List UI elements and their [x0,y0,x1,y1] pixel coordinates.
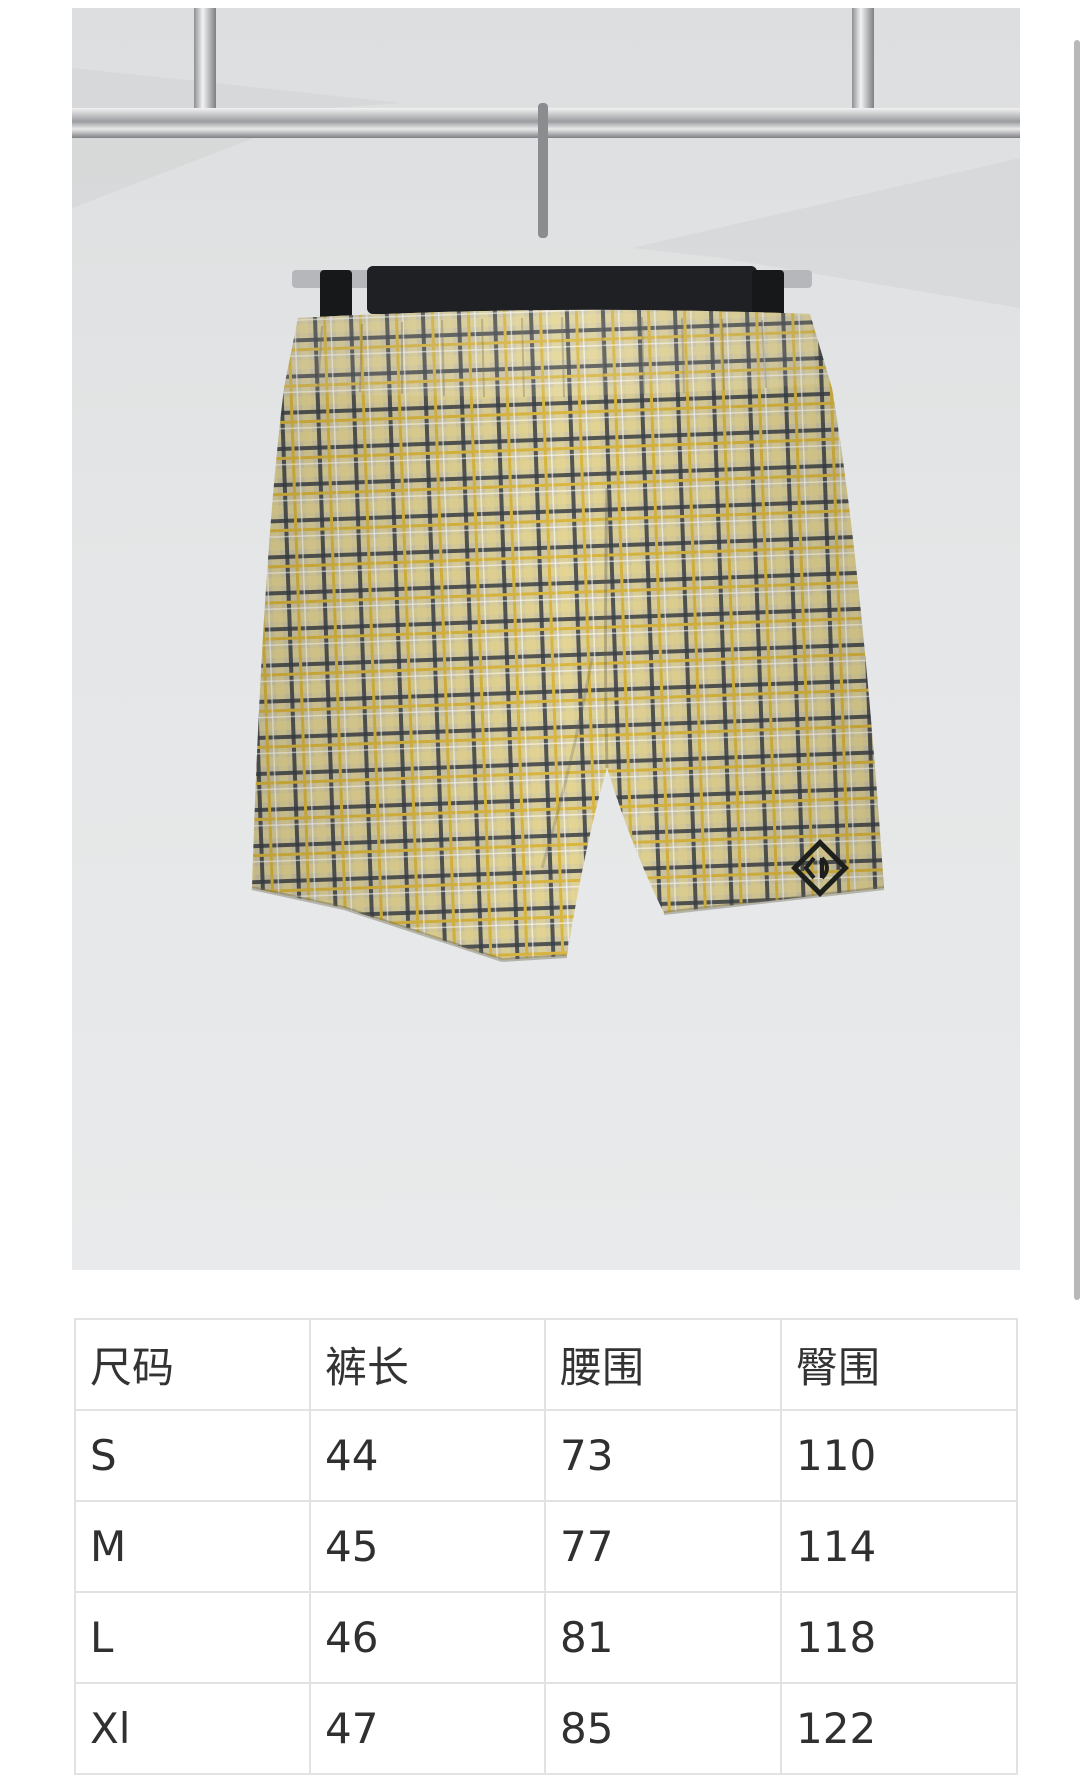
product-photo-svg [72,8,1020,963]
cell-pants-length: 45 [309,1500,546,1593]
product-page: 尺码 裤长 腰围 臀围 S 44 73 110 M 45 77 114 L 46… [0,0,1080,1792]
hanger-hook [538,103,548,238]
plaid-shorts [251,309,885,963]
cell-waist: 85 [544,1682,782,1775]
table-row: L 46 81 118 [74,1591,1018,1684]
cell-pants-length: 46 [309,1591,546,1684]
cell-size: S [74,1409,311,1502]
cell-hip: 114 [780,1500,1018,1593]
cell-waist: 77 [544,1500,782,1593]
header-pants-length: 裤长 [309,1318,546,1411]
table-header-row: 尺码 裤长 腰围 臀围 [74,1318,1018,1411]
table-row: Xl 47 85 122 [74,1682,1018,1775]
cell-hip: 110 [780,1409,1018,1502]
cell-hip: 122 [780,1682,1018,1775]
header-waist: 腰围 [544,1318,782,1411]
hanger-bar [367,266,757,314]
table-row: S 44 73 110 [74,1409,1018,1502]
cell-size: Xl [74,1682,311,1775]
header-hip: 臀围 [780,1318,1018,1411]
rail-post-left [194,8,216,118]
cell-hip: 118 [780,1591,1018,1684]
page-scrollbar[interactable] [1074,40,1080,1300]
cell-size: M [74,1500,311,1593]
cell-size: L [74,1591,311,1684]
product-photo[interactable] [72,8,1020,1270]
cell-waist: 81 [544,1591,782,1684]
rail-post-right [852,8,874,118]
cell-waist: 73 [544,1409,782,1502]
size-chart-table: 尺码 裤长 腰围 臀围 S 44 73 110 M 45 77 114 L 46… [74,1318,1018,1775]
table-row: M 45 77 114 [74,1500,1018,1593]
header-size: 尺码 [74,1318,311,1411]
cell-pants-length: 44 [309,1409,546,1502]
cell-pants-length: 47 [309,1682,546,1775]
